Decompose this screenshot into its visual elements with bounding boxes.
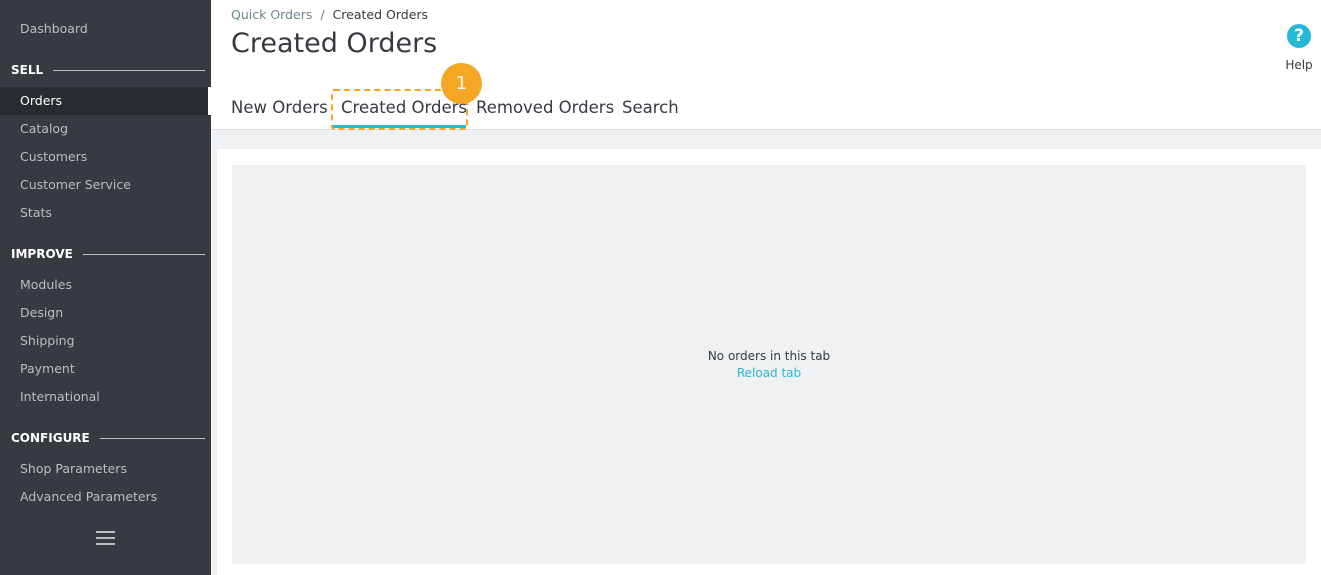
question-circle-icon: ? [1287, 24, 1311, 48]
divider [99, 437, 205, 439]
sidebar-section-sell: SELL [11, 60, 205, 80]
sidebar-item-shipping[interactable]: Shipping [0, 327, 211, 355]
tab-removed-orders[interactable]: Removed Orders [476, 98, 614, 117]
help-label: Help [1285, 58, 1313, 72]
breadcrumb-current: Created Orders [332, 7, 429, 22]
sidebar-item-design[interactable]: Design [0, 299, 211, 327]
hamburger-icon[interactable] [96, 531, 115, 545]
sidebar-section-configure: CONFIGURE [11, 428, 205, 448]
breadcrumb-parent[interactable]: Quick Orders [231, 7, 312, 22]
sidebar-item-dashboard[interactable]: Dashboard [0, 15, 211, 43]
sidebar-item-advanced-parameters[interactable]: Advanced Parameters [0, 483, 211, 511]
sidebar-section-title: SELL [11, 63, 44, 77]
sidebar-item-payment[interactable]: Payment [0, 355, 211, 383]
sidebar-item-customers[interactable]: Customers [0, 143, 211, 171]
sidebar: Dashboard SELL Orders Catalog Customers … [0, 0, 211, 575]
sidebar-item-orders[interactable]: Orders [0, 87, 211, 115]
reload-tab-link[interactable]: Reload tab [232, 366, 1306, 380]
sidebar-section-title: IMPROVE [11, 247, 73, 261]
help-button[interactable]: ? Help [1281, 24, 1317, 72]
tab-new-orders[interactable]: New Orders [231, 98, 328, 117]
sidebar-item-catalog[interactable]: Catalog [0, 115, 211, 143]
sidebar-section-title: CONFIGURE [11, 431, 90, 445]
sidebar-item-modules[interactable]: Modules [0, 271, 211, 299]
sidebar-section-improve: IMPROVE [11, 244, 205, 264]
sidebar-item-international[interactable]: International [0, 383, 211, 411]
breadcrumb: Quick Orders / Created Orders [231, 7, 428, 22]
tab-search[interactable]: Search [622, 98, 679, 117]
empty-message: No orders in this tab [707, 349, 831, 363]
breadcrumb-separator: / [320, 7, 325, 22]
page-title: Created Orders [231, 28, 438, 59]
sidebar-item-shop-parameters[interactable]: Shop Parameters [0, 455, 211, 483]
annotation-step-badge: 1 [441, 63, 482, 104]
sidebar-item-customer-service[interactable]: Customer Service [0, 171, 211, 199]
sidebar-item-stats[interactable]: Stats [0, 199, 211, 227]
divider [53, 69, 205, 71]
divider [82, 253, 205, 255]
orders-empty-state [232, 165, 1306, 564]
